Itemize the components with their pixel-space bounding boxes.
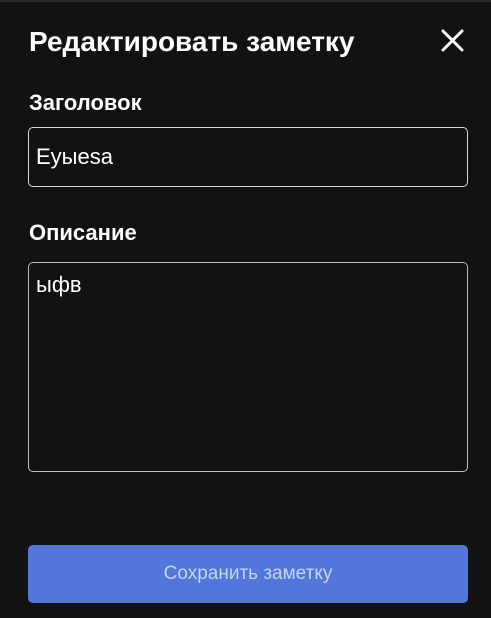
close-icon — [441, 29, 464, 52]
description-textarea[interactable]: ыфв — [28, 262, 468, 472]
description-field-label: Описание — [29, 220, 137, 245]
edit-note-dialog: Редактировать заметку Заголовок Описание… — [0, 0, 491, 618]
title-field-label: Заголовок — [29, 90, 142, 115]
dialog-title: Редактировать заметку — [29, 26, 355, 57]
save-note-button[interactable]: Сохранить заметку — [28, 545, 468, 603]
close-button[interactable] — [437, 26, 467, 56]
title-input[interactable] — [28, 127, 468, 187]
